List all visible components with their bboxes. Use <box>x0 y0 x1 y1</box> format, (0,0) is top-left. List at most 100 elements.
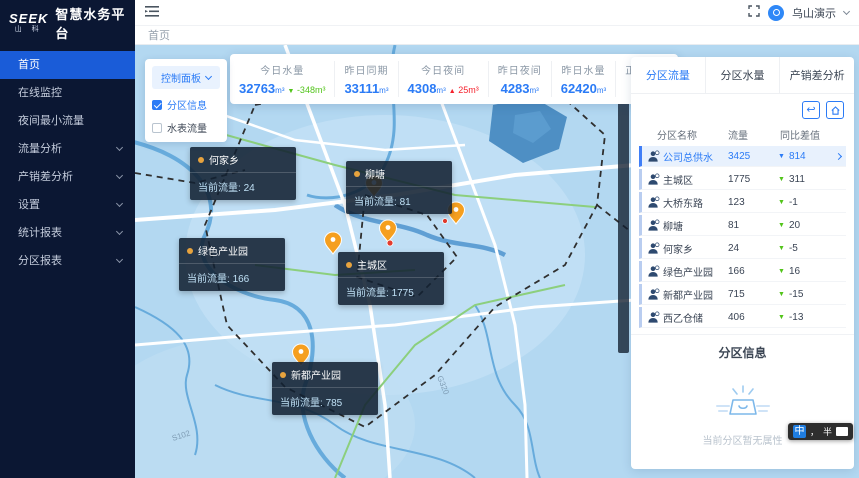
app-title: 智慧水务平台 <box>55 4 135 42</box>
chevron-down-icon <box>116 144 123 151</box>
stat-yesterday-night: 昨日夜间 4283m³ <box>489 61 552 97</box>
map-tooltip-main-city[interactable]: 主城区 当前流量: 1775 <box>338 252 444 305</box>
brand-logo-mark: SEEK 山 科 <box>9 12 48 34</box>
red-dot-marker <box>387 240 393 246</box>
ime-language-button[interactable]: 中 <box>793 425 806 438</box>
map-tooltip-xindu-industrial-park[interactable]: 新都产业园 当前流量: 785 <box>272 362 378 415</box>
checkbox-partition-info[interactable]: 分区信息 <box>152 97 220 112</box>
table-row[interactable]: 绿色产业园 166 ▼16 <box>639 261 846 282</box>
map-tooltip-hejiaxiang[interactable]: 何家乡 当前流量: 24 <box>190 147 296 200</box>
trend-down-icon: ▼ <box>778 153 785 160</box>
keyboard-icon[interactable] <box>836 427 848 436</box>
sidebar-item-night-min-flow[interactable]: 夜间最小流量 <box>0 107 135 135</box>
table-row[interactable]: 新都产业园 715 ▼-15 <box>639 284 846 305</box>
trend-down-icon: ▼ <box>287 88 294 95</box>
red-dot-marker <box>443 219 448 224</box>
partition-info-section: 分区信息 当前分区暂无属性 <box>631 334 854 469</box>
panel-tabs: 分区流量 分区水量 产销差分析 <box>631 57 854 94</box>
ime-punctuation[interactable]: ， <box>810 425 819 438</box>
chevron-down-icon <box>116 200 123 207</box>
tab-partition-flow[interactable]: 分区流量 <box>631 57 706 93</box>
trend-down-icon: ▼ <box>778 268 785 275</box>
trend-down-icon: ▼ <box>778 176 785 183</box>
trend-down-icon: ▼ <box>778 199 785 206</box>
table-header: 分区名称 流量 同比差值 <box>631 123 854 146</box>
tab-partition-volume[interactable]: 分区水量 <box>706 57 781 93</box>
sidebar-item-settings[interactable]: 设置 <box>0 191 135 219</box>
empty-box-icon <box>715 384 771 426</box>
stat-yesterday-same-period: 昨日同期 33111m³ <box>335 61 398 97</box>
stats-bar: 今日水量 32763m³▼ -348m³ 昨日同期 33111m³ 今日夜间 4… <box>230 54 678 104</box>
sidebar: SEEK 山 科 智慧水务平台 首页 在线监控 夜间最小流量 流量分析 产销差分… <box>0 0 135 478</box>
empty-state-text: 当前分区暂无属性 <box>703 432 783 447</box>
table-row[interactable]: 柳塘 81 ▼20 <box>639 215 846 236</box>
chevron-down-icon[interactable] <box>843 7 850 14</box>
trend-down-icon: ▼ <box>778 314 785 321</box>
checkbox-checked-icon[interactable] <box>152 100 162 110</box>
person-icon <box>647 242 663 255</box>
tooltip-dot-icon <box>354 171 360 177</box>
sidebar-item-statistics-report[interactable]: 统计报表 <box>0 219 135 247</box>
person-icon <box>647 219 663 232</box>
sidebar-menu: 首页 在线监控 夜间最小流量 流量分析 产销差分析 设置 统计报表 分区报表 <box>0 51 135 275</box>
tooltip-dot-icon <box>346 262 352 268</box>
trend-down-icon: ▼ <box>778 245 785 252</box>
trend-down-icon: ▼ <box>778 291 785 298</box>
breadcrumb: 首页 <box>135 26 859 45</box>
table-row[interactable]: 公司总供水 3425 ▼814 <box>639 146 846 167</box>
fullscreen-icon[interactable] <box>748 4 760 22</box>
control-panel-button[interactable]: 控制面板 <box>152 66 220 89</box>
sidebar-item-flow-analysis[interactable]: 流量分析 <box>0 135 135 163</box>
sidebar-item-home[interactable]: 首页 <box>0 51 135 79</box>
map-tooltip-liutang[interactable]: 柳塘 当前流量: 81 <box>346 161 452 214</box>
table-row[interactable]: 大桥东路 123 ▼-1 <box>639 192 846 213</box>
main-area: 乌山演示 首页 <box>135 0 859 478</box>
map-control-panel: 控制面板 分区信息 水表流量 <box>145 59 227 142</box>
partition-panel: 分区流量 分区水量 产销差分析 ↩ 分区名称 流量 同比差值 <box>631 57 854 469</box>
checkbox-unchecked-icon[interactable] <box>152 123 162 133</box>
back-icon[interactable]: ↩ <box>802 101 820 119</box>
person-icon <box>647 150 663 163</box>
sidebar-item-nrw-analysis[interactable]: 产销差分析 <box>0 163 135 191</box>
chevron-down-icon <box>116 256 123 263</box>
panel-toolbar: ↩ <box>631 94 854 123</box>
stat-yesterday-volume: 昨日水量 62420m³ <box>552 61 616 97</box>
stat-today-volume: 今日水量 32763m³▼ -348m³ <box>230 61 335 97</box>
brand-logo: SEEK 山 科 智慧水务平台 <box>0 0 135 45</box>
breadcrumb-home[interactable]: 首页 <box>148 27 170 43</box>
sidebar-item-partition-report[interactable]: 分区报表 <box>0 247 135 275</box>
person-icon <box>647 311 663 324</box>
person-icon <box>647 288 663 301</box>
sidebar-collapse-icon[interactable] <box>145 4 159 22</box>
chevron-down-icon <box>116 228 123 235</box>
brand-logo-text: SEEK <box>9 12 48 26</box>
tooltip-dot-icon <box>198 157 204 163</box>
chevron-down-icon <box>205 73 212 80</box>
tooltip-dot-icon <box>187 248 193 254</box>
table-row[interactable]: 西乙仓储 406 ▼-13 <box>639 307 846 328</box>
empty-state: 当前分区暂无属性 <box>703 361 783 469</box>
trend-up-icon: ▲ <box>449 88 456 95</box>
content-area: G320 S102 今日水量 <box>135 45 859 478</box>
chevron-down-icon <box>116 172 123 179</box>
avatar[interactable] <box>768 5 784 21</box>
tab-nrw-analysis[interactable]: 产销差分析 <box>780 57 854 93</box>
person-icon <box>647 196 663 209</box>
checkbox-meter-flow[interactable]: 水表流量 <box>152 120 220 135</box>
sidebar-item-online-monitoring[interactable]: 在线监控 <box>0 79 135 107</box>
smart-water-platform: SEEK 山 科 智慧水务平台 首页 在线监控 夜间最小流量 流量分析 产销差分… <box>0 0 859 478</box>
person-icon <box>647 265 663 278</box>
ime-width-mode[interactable]: 半 <box>823 425 832 438</box>
map-tooltip-green-industrial-park[interactable]: 绿色产业园 当前流量: 166 <box>179 238 285 291</box>
chevron-right-icon[interactable] <box>836 154 846 159</box>
table-row[interactable]: 主城区 1775 ▼311 <box>639 169 846 190</box>
table-row[interactable]: 何家乡 24 ▼-5 <box>639 238 846 259</box>
brand-logo-subtext: 山 科 <box>9 26 48 34</box>
person-icon <box>647 173 663 186</box>
tooltip-dot-icon <box>280 372 286 378</box>
ime-toolbar[interactable]: 中 ， 半 <box>788 423 853 440</box>
home-icon[interactable] <box>826 101 844 119</box>
stat-today-night: 今日夜间 4308m³▲ 25m³ <box>399 61 489 97</box>
map-zoom-slider[interactable] <box>618 85 629 353</box>
trend-down-icon: ▼ <box>778 222 785 229</box>
